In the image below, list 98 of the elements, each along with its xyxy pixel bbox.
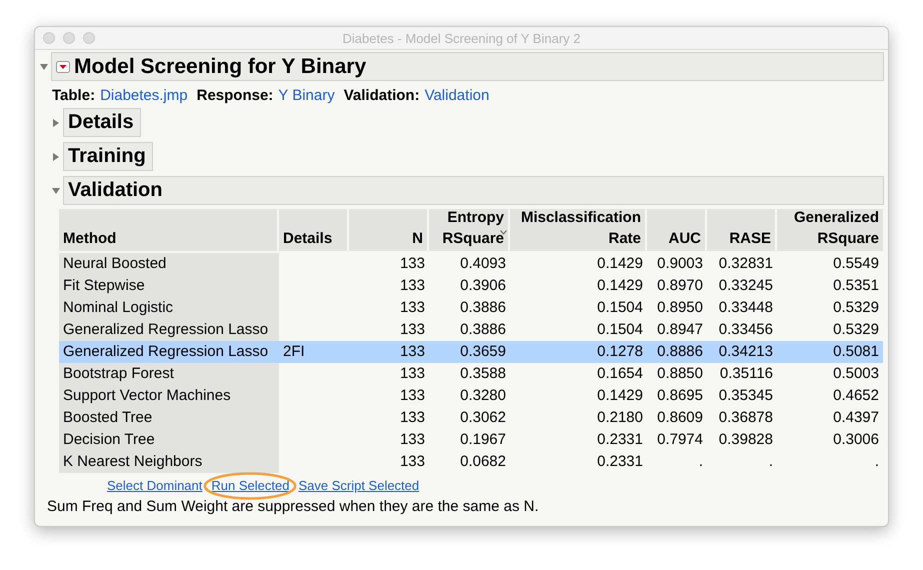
table-cell: Fit Stepwise xyxy=(59,275,279,297)
table-cell-text: 0.0682 xyxy=(459,452,507,472)
table-cell-text: 0.8947 xyxy=(656,320,704,340)
section-header[interactable]: Training xyxy=(63,142,153,171)
info-label: Response: xyxy=(196,87,274,104)
table-cell: K Nearest Neighbors xyxy=(59,451,279,473)
table-cell-text: 0.36878 xyxy=(718,408,774,428)
column-header[interactable]: Details xyxy=(279,209,349,253)
column-header[interactable]: Method xyxy=(59,209,279,253)
table-cell: Generalized Regression Lasso xyxy=(59,319,279,341)
table-cell-text: . xyxy=(874,452,880,472)
disclosure-triangle-icon[interactable] xyxy=(51,152,61,162)
table-cell-text: 0.3906 xyxy=(459,276,507,296)
table-cell-text: 0.35116 xyxy=(718,364,774,384)
table-cell-text: 133 xyxy=(398,408,426,428)
table-cell: 0.3659 xyxy=(429,341,510,363)
table-cell-text: 133 xyxy=(398,386,426,406)
table-cell-text: 0.1504 xyxy=(596,298,644,318)
table-cell-text: 0.8695 xyxy=(656,386,704,406)
table-cell-text: 0.4397 xyxy=(832,408,880,428)
table-cell-text: 133 xyxy=(398,364,426,384)
report-title: Model Screening for Y Binary xyxy=(74,54,366,78)
table-cell: Generalized Regression Lasso xyxy=(59,341,279,363)
table-cell-text: 0.39828 xyxy=(718,430,774,450)
table-cell: 133 xyxy=(349,341,429,363)
table-cell-text: 0.2331 xyxy=(596,430,644,450)
table-cell: Boosted Tree xyxy=(59,407,279,429)
table-cell-text: 0.1429 xyxy=(596,276,644,296)
table-cell-text: 0.4652 xyxy=(832,386,880,406)
disclosure-triangle-icon[interactable] xyxy=(51,186,61,196)
table-cell-text: 133 xyxy=(398,452,426,472)
table-cell: Decision Tree xyxy=(59,429,279,451)
table-cell-text: 0.33448 xyxy=(718,298,774,318)
table-cell: 0.5081 xyxy=(777,341,883,363)
table-cell-text: 0.33456 xyxy=(718,320,774,340)
table-cell-text: 0.8850 xyxy=(656,364,704,384)
table-cell-text: 0.5549 xyxy=(832,254,880,274)
table-cell: 0.8886 xyxy=(647,341,707,363)
column-header[interactable]: Generalized RSquare xyxy=(777,209,883,253)
table-cell-text: 0.3006 xyxy=(832,430,880,450)
table-cell-text: 0.5003 xyxy=(832,364,880,384)
table-cell-text: 0.3062 xyxy=(459,408,507,428)
table-cell-text: 0.32831 xyxy=(718,254,774,274)
table-cell: Support Vector Machines xyxy=(59,385,279,407)
table-cell-text: 0.8609 xyxy=(656,408,704,428)
table-cell-text: 0.3886 xyxy=(459,320,507,340)
table-cell-text: 133 xyxy=(398,320,426,340)
action-link[interactable]: Select Dominant xyxy=(107,478,202,493)
disclosure-triangle-icon[interactable] xyxy=(51,118,61,128)
table-cell-text: . xyxy=(768,452,774,472)
table-cell-text: 0.2331 xyxy=(596,452,644,472)
column-header[interactable]: N xyxy=(349,209,429,253)
window-title: Diabetes - Model Screening of Y Binary 2 xyxy=(342,30,582,46)
table-cell-text: 0.1429 xyxy=(596,254,644,274)
table-cell-text: 0.1504 xyxy=(596,320,644,340)
info-link[interactable]: Diabetes.jmp xyxy=(100,87,188,104)
action-link[interactable]: Save Script Selected xyxy=(298,478,420,493)
table-cell: 0.34213 xyxy=(707,341,777,363)
table-cell-text: 0.2180 xyxy=(596,408,644,428)
table-cell-text: 133 xyxy=(398,276,426,296)
info-label: Validation: xyxy=(344,87,420,104)
table-cell-text: 0.5329 xyxy=(832,298,880,318)
disclosure-triangle-icon[interactable] xyxy=(39,62,49,72)
footnote: Sum Freq and Sum Weight are suppressed when they are the same as N. xyxy=(46,497,540,515)
table-cell: 2FI xyxy=(279,341,349,363)
table-cell-text: 0.3886 xyxy=(459,298,507,318)
column-header[interactable]: RASE xyxy=(707,209,777,253)
table-cell-text: 0.35345 xyxy=(718,386,774,406)
table-cell-text: 0.33245 xyxy=(718,276,774,296)
section-header[interactable]: Details xyxy=(63,108,141,137)
table-cell-text: 0.5351 xyxy=(832,276,880,296)
table-cell-text: 0.5329 xyxy=(832,320,880,340)
table-cell: Neural Boosted xyxy=(59,253,279,275)
table-cell-text: 0.3280 xyxy=(459,386,507,406)
column-header[interactable]: Entropy RSquare xyxy=(429,209,510,253)
table-cell-text: 0.7974 xyxy=(656,430,704,450)
table-cell-text: 133 xyxy=(398,254,426,274)
table-cell-text: 0.1654 xyxy=(596,364,644,384)
section-header[interactable]: Validation xyxy=(63,176,884,205)
column-header[interactable]: AUC xyxy=(647,209,707,253)
table-cell: 0.1278 xyxy=(510,341,647,363)
table-cell-text: 0.8970 xyxy=(656,276,704,296)
info-link[interactable]: Y Binary xyxy=(278,87,335,104)
dropdown-menu-icon[interactable] xyxy=(56,60,70,72)
table-cell-text: 0.8950 xyxy=(656,298,704,318)
table-cell-text: 133 xyxy=(398,430,426,450)
info-label: Table: xyxy=(52,87,96,104)
table-cell-text: 0.4093 xyxy=(459,254,507,274)
table-cell-text: 0.1429 xyxy=(596,386,644,406)
table-cell-text: 0.1967 xyxy=(459,430,507,450)
table-cell-text: 0.9003 xyxy=(656,254,704,274)
column-header[interactable]: Misclassification Rate xyxy=(510,209,647,253)
table-cell: Nominal Logistic xyxy=(59,297,279,319)
info-link[interactable]: Validation xyxy=(424,87,490,104)
table-cell-text: . xyxy=(698,452,704,472)
table-cell-text: 0.3588 xyxy=(459,364,507,384)
table-cell: Bootstrap Forest xyxy=(59,363,279,385)
table-cell-text: 133 xyxy=(398,298,426,318)
